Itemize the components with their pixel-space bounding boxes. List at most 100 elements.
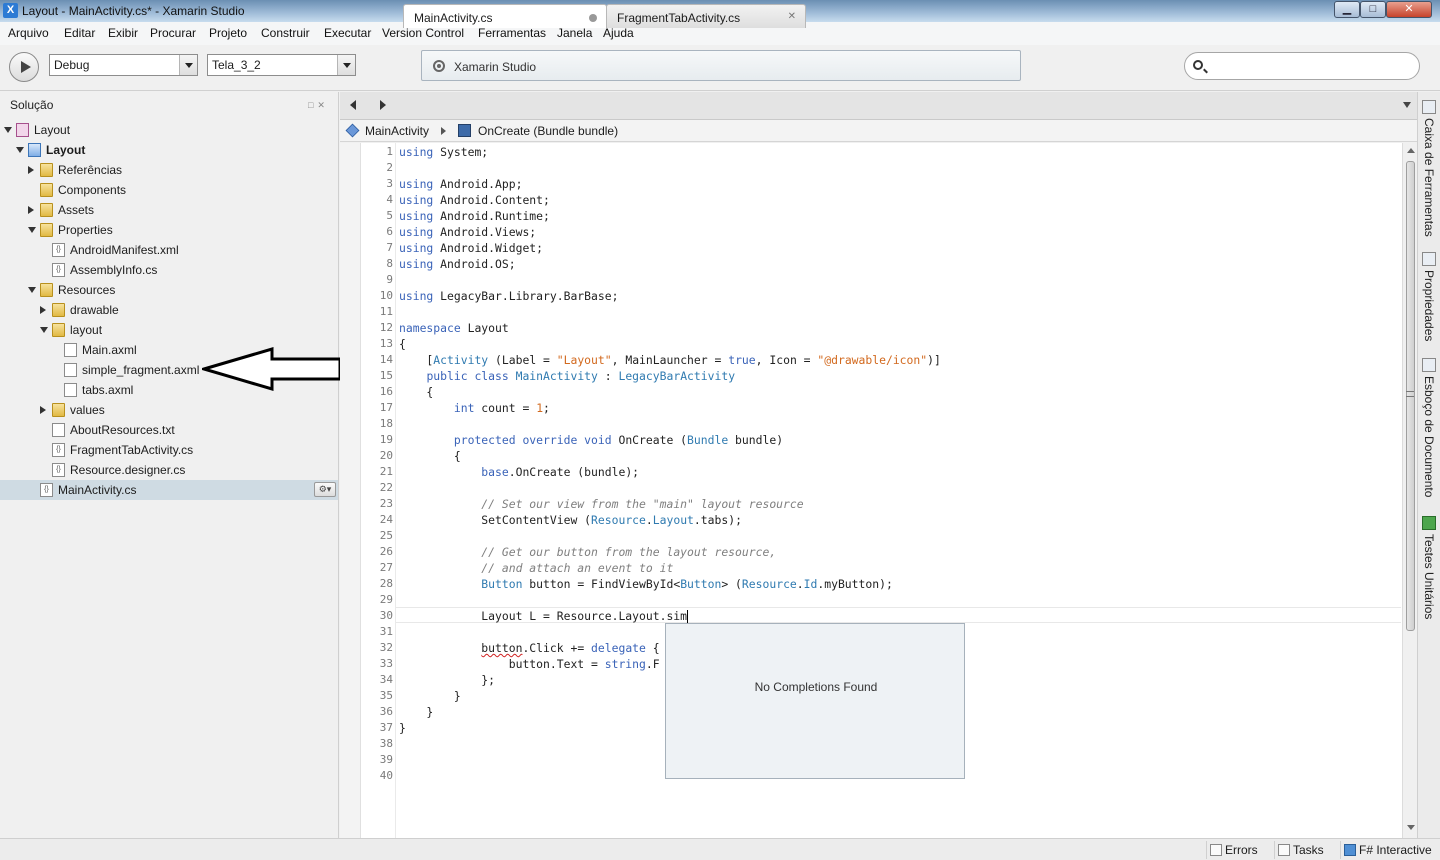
scroll-up-icon[interactable] <box>1407 148 1415 153</box>
global-search[interactable] <box>1184 52 1420 80</box>
code-line[interactable]: // and attach an event to it <box>399 560 673 576</box>
tree-item[interactable]: Resources <box>0 280 338 300</box>
code-line[interactable]: Button button = FindViewById<Button> (Re… <box>399 576 893 592</box>
code-line[interactable]: } <box>399 720 406 736</box>
maximize-button[interactable]: □ <box>1360 1 1386 18</box>
collapsed-arrow-icon[interactable] <box>40 306 46 314</box>
tree-item[interactable]: Properties <box>0 220 338 240</box>
target-device-select[interactable]: Tela_3_2 <box>207 54 356 76</box>
menu-version-control[interactable]: Version Control <box>382 26 464 40</box>
code-line[interactable]: { <box>399 384 433 400</box>
chevron-down-icon[interactable] <box>337 55 355 75</box>
run-button[interactable] <box>9 52 39 82</box>
code-line[interactable]: protected override void OnCreate (Bundle… <box>399 432 783 448</box>
code-line[interactable]: SetContentView (Resource.Layout.tabs); <box>399 512 742 528</box>
dock-toolbox[interactable]: Caixa de Ferramentas <box>1421 100 1439 237</box>
code-line[interactable]: int count = 1; <box>399 400 550 416</box>
search-input[interactable] <box>1209 57 1409 75</box>
code-line[interactable]: button.Text = string.F <box>399 656 660 672</box>
chevron-down-icon[interactable] <box>179 55 197 75</box>
code-line[interactable]: } <box>399 704 433 720</box>
fsharp-interactive-button[interactable]: F# Interactive <box>1340 841 1438 859</box>
menu-arquivo[interactable]: Arquivo <box>8 26 49 40</box>
expanded-arrow-icon[interactable] <box>28 287 36 293</box>
scroll-down-icon[interactable] <box>1407 825 1415 830</box>
collapsed-arrow-icon[interactable] <box>40 406 46 414</box>
menu-construir[interactable]: Construir <box>261 26 310 40</box>
collapsed-arrow-icon[interactable] <box>28 206 34 214</box>
tree-item[interactable]: AboutResources.txt <box>0 420 338 440</box>
gear-icon[interactable]: ⚙▾ <box>314 482 336 497</box>
menu-exibir[interactable]: Exibir <box>108 26 138 40</box>
line-number-gutter: 1 2 3 4 5 6 7 8 9 10 11 12 13 14 15 16 17 18 19 20 21 22 23 24 2… <box>340 143 396 838</box>
code-line[interactable]: button.Click += delegate { <box>399 640 659 656</box>
code-line[interactable]: using Android.Views; <box>399 224 536 240</box>
splitter-grip-icon[interactable] <box>1406 391 1414 397</box>
code-line[interactable]: using Android.Widget; <box>399 240 543 256</box>
tree-item[interactable]: {} AssemblyInfo.cs <box>0 260 338 280</box>
menu-ajuda[interactable]: Ajuda <box>603 26 634 40</box>
code-line[interactable]: // Get our button from the layout resour… <box>399 544 776 560</box>
previous-document-icon[interactable] <box>350 100 356 110</box>
expanded-arrow-icon[interactable] <box>16 147 24 153</box>
code-line[interactable]: namespace Layout <box>399 320 509 336</box>
tab-fragmenttabactivity[interactable]: FragmentTabActivity.cs ✕ <box>606 4 806 28</box>
tree-item[interactable]: {} Resource.designer.cs <box>0 460 338 480</box>
tree-item[interactable]: drawable <box>0 300 338 320</box>
code-line[interactable]: base.OnCreate (bundle); <box>399 464 639 480</box>
expanded-arrow-icon[interactable] <box>40 327 48 333</box>
code-line[interactable]: } <box>399 688 461 704</box>
code-token: using <box>399 225 434 239</box>
code-line[interactable]: using LegacyBar.Library.BarBase; <box>399 288 618 304</box>
expanded-arrow-icon[interactable] <box>4 127 12 133</box>
close-tab-icon[interactable]: ✕ <box>788 11 796 22</box>
tree-item[interactable]: layout <box>0 320 338 340</box>
tab-mainactivity[interactable]: MainActivity.cs <box>403 4 607 28</box>
tree-item[interactable]: Referências <box>0 160 338 180</box>
minimize-button[interactable]: ▁ <box>1334 1 1360 18</box>
code-line[interactable]: { <box>399 448 461 464</box>
code-line[interactable]: [Activity (Label = "Layout", MainLaunche… <box>399 352 940 368</box>
tree-item[interactable]: {} FragmentTabActivity.cs <box>0 440 338 460</box>
menu-ferramentas[interactable]: Ferramentas <box>478 26 546 40</box>
pad-window-buttons[interactable]: □✕ <box>308 100 329 111</box>
tree-item[interactable]: values <box>0 400 338 420</box>
code-line[interactable]: }; <box>399 672 495 688</box>
menu-janela[interactable]: Janela <box>557 26 592 40</box>
tree-item[interactable]: {} MainActivity.cs ⚙▾ <box>0 480 338 500</box>
tree-item[interactable]: Assets <box>0 200 338 220</box>
code-line[interactable]: using Android.Runtime; <box>399 208 550 224</box>
collapsed-arrow-icon[interactable] <box>28 166 34 174</box>
expanded-arrow-icon[interactable] <box>28 227 36 233</box>
configuration-select[interactable]: Debug <box>49 54 198 76</box>
code-line[interactable]: public class MainActivity : LegacyBarAct… <box>399 368 735 384</box>
menu-procurar[interactable]: Procurar <box>150 26 196 40</box>
code-line[interactable]: { <box>399 336 406 352</box>
dock-document-outline[interactable]: Esboço de Documento <box>1421 358 1439 497</box>
code-line[interactable]: using Android.App; <box>399 176 522 192</box>
menu-executar[interactable]: Executar <box>324 26 371 40</box>
tree-item[interactable]: Components <box>0 180 338 200</box>
code-line[interactable]: using Android.OS; <box>399 256 516 272</box>
vertical-scrollbar[interactable] <box>1402 143 1417 838</box>
breadcrumb-method[interactable]: OnCreate (Bundle bundle) <box>478 124 618 138</box>
gutter-margin[interactable] <box>340 143 361 838</box>
code-line[interactable]: // Set our view from the "main" layout r… <box>399 496 803 512</box>
code-line[interactable]: using System; <box>399 144 488 160</box>
code-line[interactable]: using Android.Content; <box>399 192 550 208</box>
errors-pad-button[interactable]: Errors <box>1206 841 1272 859</box>
tab-list-chevron-icon[interactable] <box>1403 102 1411 108</box>
tree-item[interactable]: Layout <box>0 140 338 160</box>
close-window-button[interactable]: ✕ <box>1386 1 1432 18</box>
menu-editar[interactable]: Editar <box>64 26 95 40</box>
dock-properties[interactable]: Propriedades <box>1421 252 1439 341</box>
breadcrumb-class[interactable]: MainActivity <box>365 124 429 138</box>
dock-unit-tests[interactable]: Testes Unitários <box>1421 516 1439 619</box>
next-document-icon[interactable] <box>380 100 386 110</box>
modified-dot-icon[interactable] <box>589 14 597 22</box>
menu-projeto[interactable]: Projeto <box>209 26 247 40</box>
tree-item[interactable]: Layout <box>0 120 338 140</box>
tasks-pad-button[interactable]: Tasks <box>1274 841 1338 859</box>
code-line[interactable]: Layout L = Resource.Layout.sim <box>399 608 689 624</box>
tree-item[interactable]: {} AndroidManifest.xml <box>0 240 338 260</box>
